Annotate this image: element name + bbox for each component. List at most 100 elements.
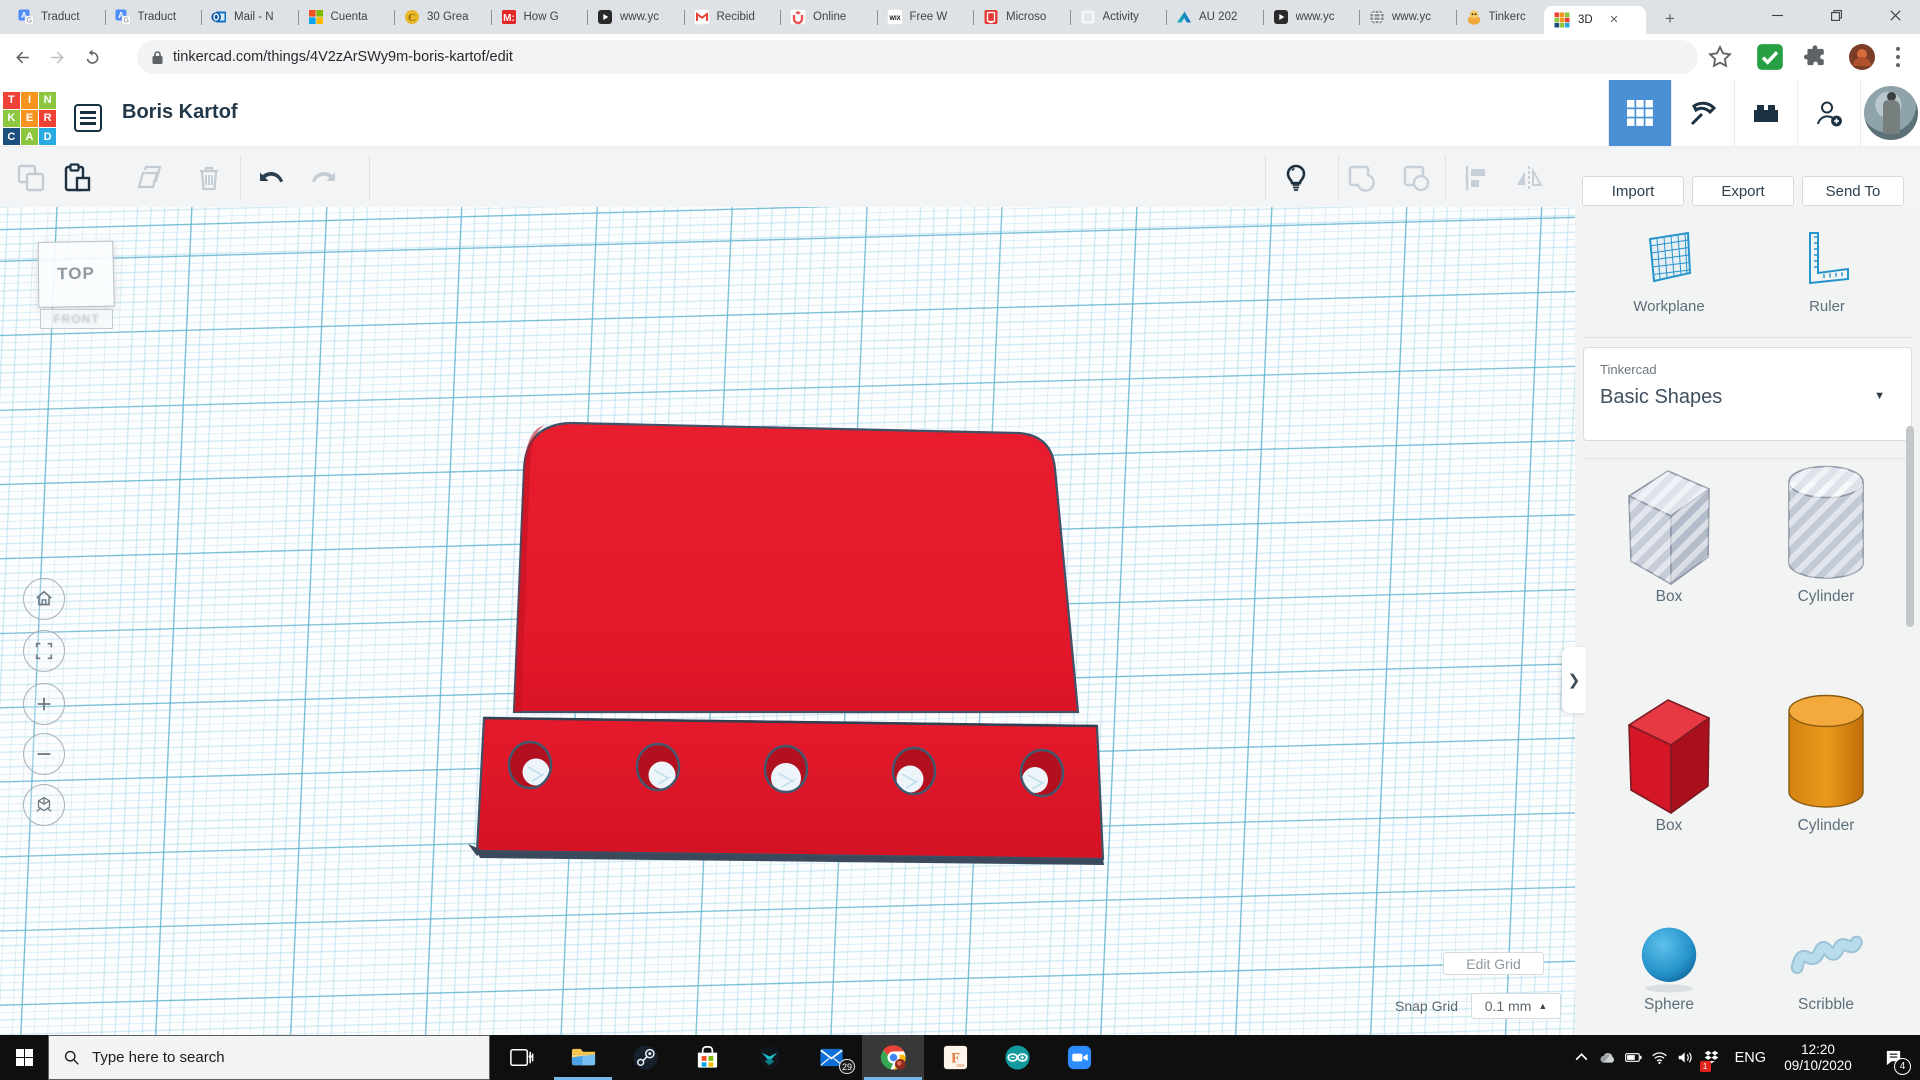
browser-tab[interactable]: M: How G [491,0,588,34]
start-button[interactable] [0,1035,48,1080]
browser-tab[interactable]: www.yc [1359,0,1456,34]
browser-menu-icon[interactable] [1884,43,1912,71]
copy-icon[interactable] [14,161,48,195]
view-cube-top-face[interactable]: TOP [57,264,95,285]
taskbar-app[interactable] [614,1035,676,1080]
forward-button[interactable] [44,44,70,70]
duplicate-icon[interactable] [133,161,167,195]
fit-view-button[interactable] [23,630,65,672]
browser-tab[interactable]: Cuenta [298,0,395,34]
shape-item[interactable]: Cylinder [1756,460,1896,606]
view-cube-front-face[interactable]: FRONT [53,312,99,326]
extensions-puzzle-icon[interactable] [1801,43,1829,71]
undo-icon[interactable] [255,161,289,195]
address-bar[interactable]: tinkercad.com/things/4V2zArSWy9m-boris-k… [137,40,1698,74]
browser-tab[interactable]: www.yc [587,0,684,34]
blocks-view-button[interactable] [1608,80,1671,146]
browser-tab[interactable]: AG Traduct [105,0,202,34]
taskbar-app[interactable] [676,1035,738,1080]
align-icon[interactable] [1459,161,1493,195]
browser-tab[interactable]: Activity [1070,0,1167,34]
snap-grid-dropdown[interactable]: 0.1 mm▲ [1471,993,1561,1019]
shape-item[interactable]: Sphere [1599,918,1739,1014]
shape-library-dropdown[interactable]: Tinkercad Basic Shapes ▼ [1583,347,1912,441]
workplane-tool[interactable]: Workplane [1609,229,1729,315]
zoom-out-button[interactable] [23,733,65,775]
taskbar-app[interactable] [490,1035,552,1080]
reload-button[interactable] [79,44,105,70]
window-restore-button[interactable] [1813,0,1859,30]
import-button[interactable]: Import [1582,176,1684,206]
taskbar-app[interactable]: F360 [924,1035,986,1080]
export-button[interactable]: Export [1692,176,1794,206]
home-view-button[interactable] [23,578,65,620]
back-button[interactable] [9,44,35,70]
panel-collapse-chevron[interactable]: ❯ [1562,647,1586,713]
group-icon[interactable] [1344,161,1378,195]
send-to-button[interactable]: Send To [1802,176,1904,206]
paste-icon[interactable] [60,161,94,195]
volume-icon[interactable] [1673,1035,1699,1080]
panel-scrollbar[interactable] [1906,426,1914,627]
browser-tab[interactable]: Recibid [684,0,781,34]
taskbar-search[interactable]: Type here to search [48,1035,490,1080]
browser-tab[interactable]: www.yc [1263,0,1360,34]
taskbar-app[interactable] [738,1035,800,1080]
browser-tab[interactable]: Microso [973,0,1070,34]
window-close-button[interactable] [1872,0,1918,30]
browser-tab[interactable]: AU 202 [1166,0,1263,34]
ungroup-icon[interactable] [1399,161,1433,195]
3d-viewport[interactable]: TOP FRONT Edit Grid Snap Grid 0.1 mm▲ [0,207,1575,1035]
browser-tab[interactable]: WIX Free W [877,0,974,34]
browser-tab[interactable]: C 30 Grea [394,0,491,34]
shape-icon [1756,918,1896,998]
minecraft-mode-button[interactable] [1671,80,1734,146]
shape-item[interactable]: Box [1599,460,1739,606]
invite-person-button[interactable] [1797,80,1860,146]
browser-tab-active[interactable]: 3D ✕ [1544,6,1646,34]
tinkercad-logo[interactable]: TIN KER CAD [3,92,56,145]
tab-favicon-icon [694,9,710,25]
shape-item[interactable]: Cylinder [1756,689,1896,835]
wifi-icon[interactable] [1647,1035,1673,1080]
brick-mode-button[interactable] [1734,80,1797,146]
delete-icon[interactable] [192,161,226,195]
dropbox-icon[interactable]: 1 [1699,1035,1725,1080]
notification-center-icon[interactable]: 4 [1872,1035,1914,1080]
browser-tab[interactable]: Tinkerc [1456,0,1553,34]
language-indicator[interactable]: ENG [1735,1050,1766,1066]
design-properties-button[interactable] [74,104,102,132]
bookmark-star-icon[interactable] [1706,43,1734,71]
browser-tab[interactable]: AG Traduct [8,0,105,34]
mirror-icon[interactable] [1512,161,1546,195]
lightbulb-icon[interactable] [1279,161,1313,195]
taskbar-app[interactable] [1048,1035,1110,1080]
view-cube[interactable]: TOP FRONT [30,233,125,338]
tray-chevron-icon[interactable] [1569,1035,1595,1080]
shape-icon [1599,460,1739,590]
taskbar-app[interactable] [862,1035,924,1080]
red-model-shape[interactable] [0,207,1575,1035]
edit-grid-button[interactable]: Edit Grid [1443,952,1544,975]
redo-icon[interactable] [306,161,340,195]
url-text: tinkercad.com/things/4V2zArSWy9m-boris-k… [173,49,513,65]
onedrive-icon[interactable] [1595,1035,1621,1080]
taskbar-app[interactable]: 29 [800,1035,862,1080]
shape-item[interactable]: Box [1599,689,1739,835]
taskbar-app[interactable] [986,1035,1048,1080]
browser-profile-avatar[interactable] [1848,43,1876,71]
extension-check-icon[interactable] [1756,43,1784,71]
user-avatar[interactable] [1860,80,1920,146]
browser-tab[interactable]: Mail - N [201,0,298,34]
battery-icon[interactable] [1621,1035,1647,1080]
taskbar-app[interactable] [552,1035,614,1080]
shape-item[interactable]: Scribble [1756,918,1896,1014]
window-minimize-button[interactable] [1754,0,1800,30]
perspective-toggle-button[interactable] [23,784,65,826]
tab-close-icon[interactable]: ✕ [1606,12,1622,28]
new-tab-button[interactable]: + [1658,8,1682,32]
zoom-in-button[interactable] [23,683,65,725]
browser-tab[interactable]: Online [780,0,877,34]
clock[interactable]: 12:20 09/10/2020 [1778,1042,1858,1074]
ruler-tool[interactable]: Ruler [1767,229,1887,315]
